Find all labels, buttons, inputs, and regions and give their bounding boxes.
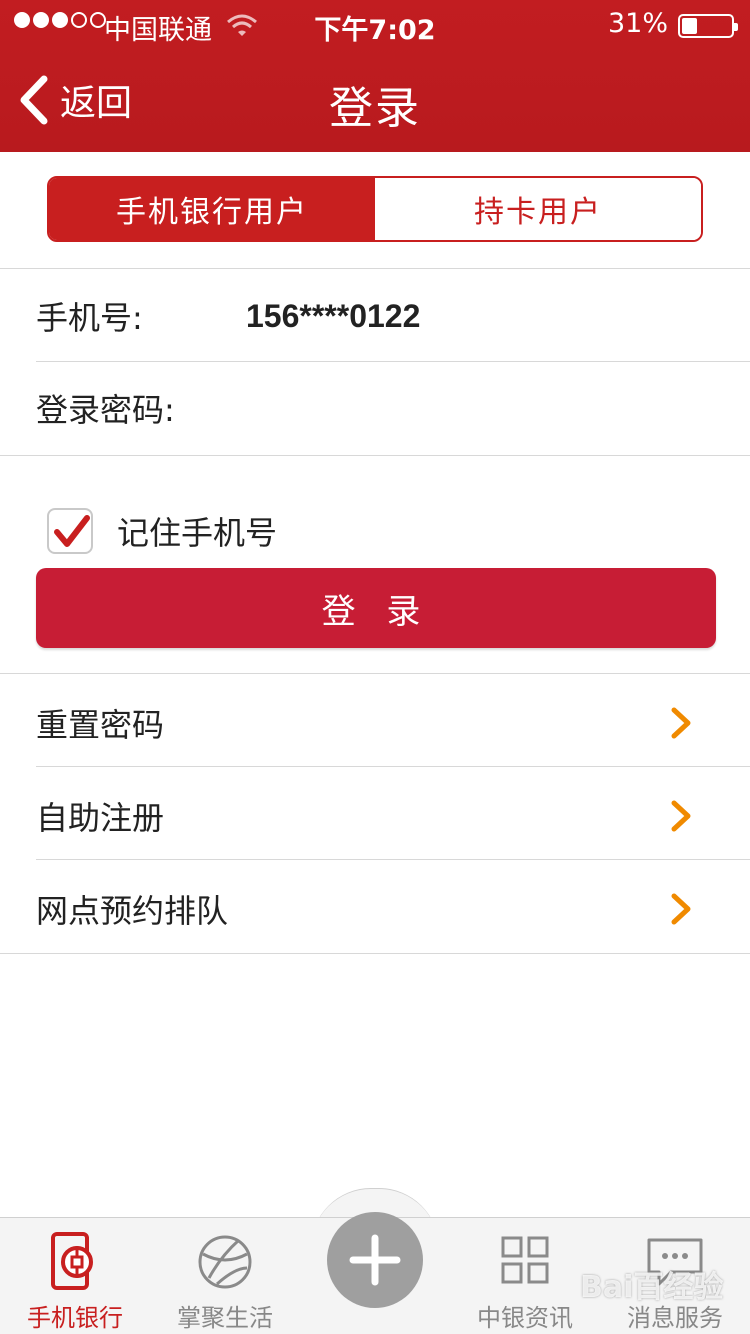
tab-label: 掌聚生活 — [177, 1304, 273, 1332]
tab-mobile-banking-user[interactable]: 手机银行用户 — [49, 178, 375, 240]
divider — [0, 455, 750, 456]
password-input[interactable] — [246, 378, 706, 438]
grid-icon — [501, 1236, 549, 1284]
login-button[interactable]: 登 录 — [36, 568, 716, 648]
list-item-reset-password[interactable]: 重置密码 — [0, 674, 750, 766]
list-item-label: 重置密码 — [36, 706, 165, 744]
phone-label: 手机号: — [36, 299, 143, 337]
battery-percent: 31% — [607, 8, 668, 39]
password-label: 登录密码: — [36, 391, 175, 429]
user-type-segment: 手机银行用户 持卡用户 — [47, 176, 703, 242]
tab-mobile-banking[interactable]: 手机银行 — [0, 1228, 150, 1332]
phone-value[interactable]: 156****0122 — [246, 298, 420, 335]
list-item-self-register[interactable]: 自助注册 — [0, 767, 750, 859]
bank-phone-icon — [51, 1232, 93, 1290]
plus-icon — [349, 1234, 401, 1286]
nav-bar: 返回 登录 — [0, 52, 750, 152]
battery-icon — [678, 14, 738, 38]
chevron-right-icon — [671, 893, 691, 925]
tab-label: 中银资讯 — [477, 1304, 573, 1332]
phone-row: 手机号: 156****0122 — [0, 270, 750, 362]
header: 中国联通 下午7:02 31% 返回 登录 — [0, 0, 750, 152]
tab-news[interactable]: 中银资讯 — [450, 1228, 600, 1332]
center-add-button[interactable] — [327, 1212, 423, 1308]
globe-icon — [198, 1235, 252, 1289]
tab-life[interactable]: 掌聚生活 — [150, 1228, 300, 1332]
checkmark-icon — [54, 515, 90, 547]
remember-phone-toggle[interactable]: 记住手机号 — [47, 508, 277, 554]
tab-card-holder[interactable]: 持卡用户 — [375, 178, 701, 240]
watermark: Bai百经验 — [580, 1270, 724, 1305]
remember-checkbox[interactable] — [47, 508, 93, 554]
list-item-label: 自助注册 — [36, 799, 165, 837]
divider — [0, 953, 750, 954]
page-title: 登录 — [329, 83, 421, 134]
tab-label: 手机银行 — [27, 1304, 123, 1332]
chevron-right-icon — [671, 707, 691, 739]
remember-label: 记住手机号 — [117, 514, 278, 552]
password-row: 登录密码: — [0, 362, 750, 454]
list-item-label: 网点预约排队 — [36, 892, 229, 930]
chevron-right-icon — [671, 800, 691, 832]
list-item-branch-queue[interactable]: 网点预约排队 — [0, 860, 750, 952]
divider — [0, 268, 750, 269]
status-bar: 中国联通 下午7:02 31% — [0, 0, 750, 52]
